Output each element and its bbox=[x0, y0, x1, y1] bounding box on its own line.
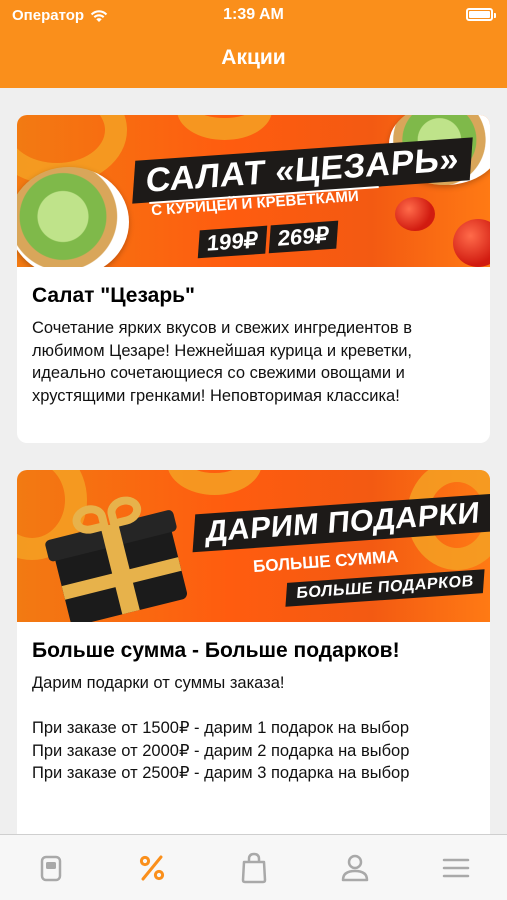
menu-card-icon bbox=[40, 855, 61, 882]
banner-subline-2: БОЛЬШЕ ПОДАРКОВ bbox=[285, 569, 485, 607]
bagel-decoration bbox=[167, 470, 262, 495]
battery-icon bbox=[466, 8, 496, 21]
tab-profile[interactable] bbox=[304, 835, 405, 900]
promo-banner-caesar: САЛАТ «ЦЕЗАРЬ» С КУРИЦЕЙ И КРЕВЕТКАМИ 19… bbox=[17, 115, 490, 267]
tab-more[interactable] bbox=[406, 835, 507, 900]
tomato-image bbox=[453, 219, 490, 267]
promo-card-gifts[interactable]: ДАРИМ ПОДАРКИ БОЛЬШЕ СУММА БОЛЬШЕ ПОДАРК… bbox=[17, 470, 490, 834]
tab-menu[interactable] bbox=[0, 835, 101, 900]
price-tag: 199₽ bbox=[197, 225, 267, 259]
profile-icon bbox=[341, 854, 369, 882]
tab-cart[interactable] bbox=[203, 835, 304, 900]
status-time: 1:39 AM bbox=[223, 6, 284, 23]
status-bar: Оператор 1:39 AM bbox=[0, 0, 507, 34]
promo-description: Сочетание ярких вкусов и свежих ингредие… bbox=[32, 319, 413, 405]
page-title: Акции bbox=[221, 46, 286, 69]
promo-title: Больше сумма - Больше подарков! bbox=[32, 639, 400, 662]
banner-subline: БОЛЬШЕ СУММА bbox=[252, 546, 399, 577]
app-header: Оператор 1:39 AM Акции bbox=[0, 0, 507, 88]
promo-banner-gifts: ДАРИМ ПОДАРКИ БОЛЬШЕ СУММА БОЛЬШЕ ПОДАРК… bbox=[17, 470, 490, 622]
promo-description: Дарим подарки от суммы заказа! При заказ… bbox=[32, 674, 410, 782]
tomato-image bbox=[395, 197, 435, 231]
price-tag: 269₽ bbox=[268, 220, 338, 254]
promo-title: Салат "Цезарь" bbox=[32, 284, 196, 307]
bagel-decoration bbox=[177, 115, 272, 140]
tab-bar bbox=[0, 834, 507, 900]
promo-card-caesar[interactable]: САЛАТ «ЦЕЗАРЬ» С КУРИЦЕЙ И КРЕВЕТКАМИ 19… bbox=[17, 115, 490, 443]
percent-icon bbox=[140, 855, 165, 881]
salad-plate-image bbox=[17, 167, 129, 267]
shopping-bag-icon bbox=[241, 852, 266, 884]
promo-list[interactable]: САЛАТ «ЦЕЗАРЬ» С КУРИЦЕЙ И КРЕВЕТКАМИ 19… bbox=[0, 88, 507, 834]
tab-promos[interactable] bbox=[101, 835, 202, 900]
hamburger-icon bbox=[443, 858, 470, 878]
